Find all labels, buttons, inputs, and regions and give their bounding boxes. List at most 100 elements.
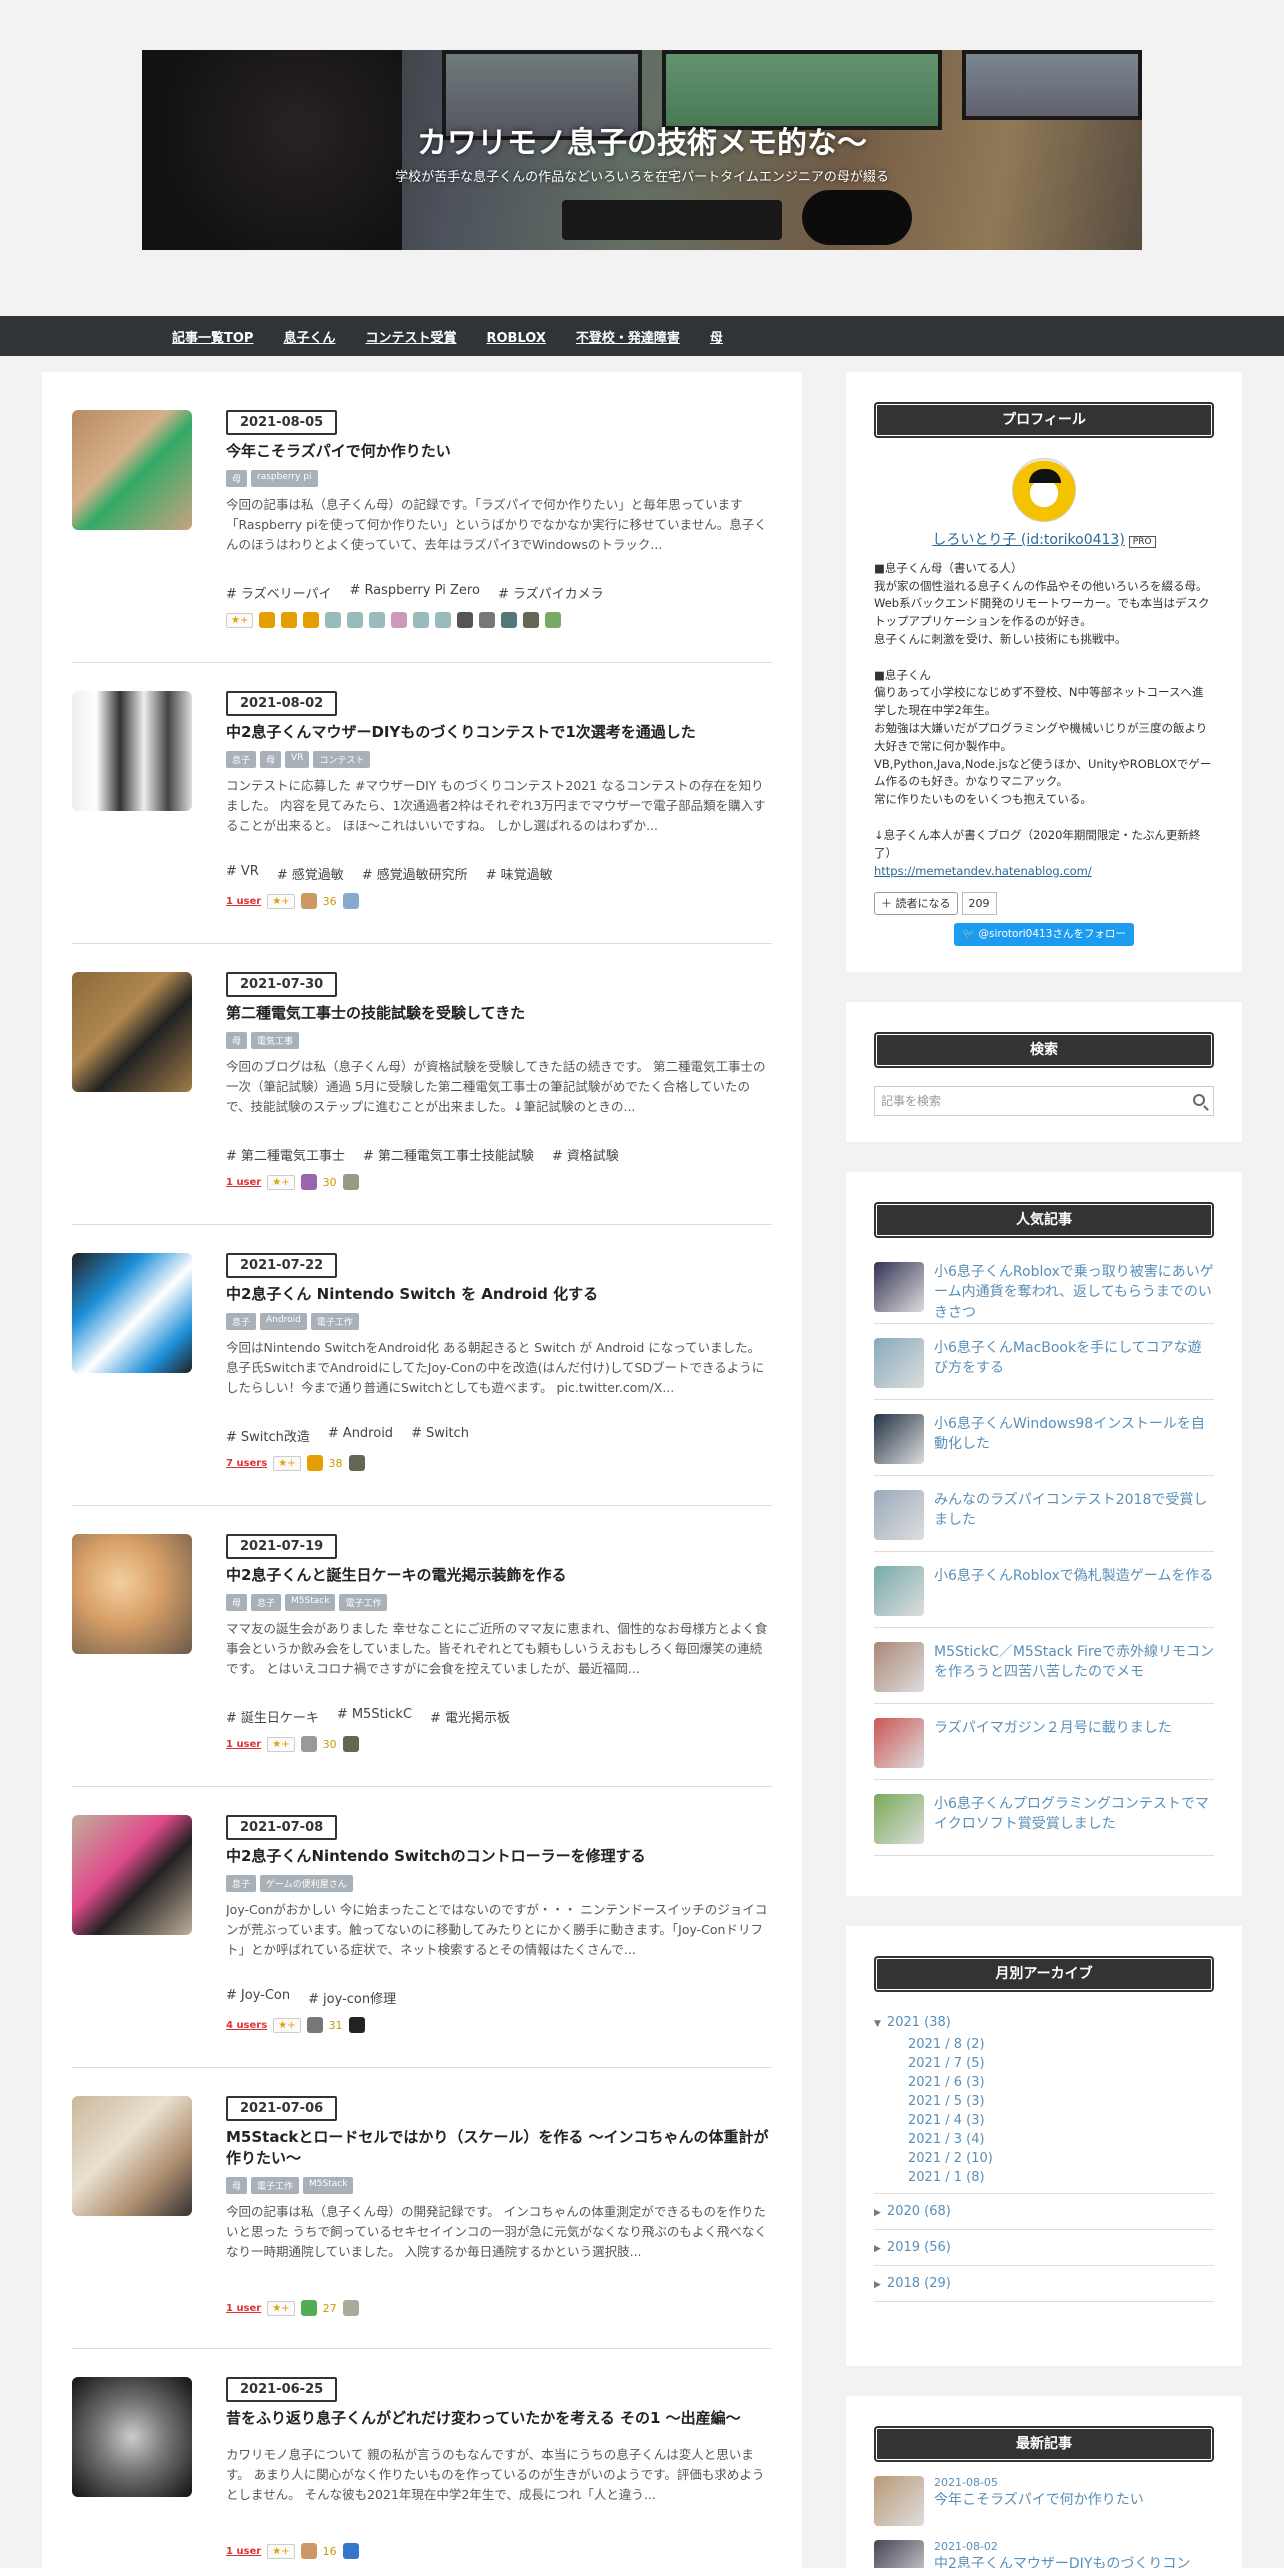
popular-title[interactable]: 小6息子くんRobloxで乗っ取り被害にあいゲーム内通貨を奪われ、返してもらうま… [934, 1262, 1214, 1323]
archive-month[interactable]: 2021 / 5 (3) [874, 2092, 1214, 2111]
bookmark-users[interactable]: 1 user [226, 2546, 261, 2557]
archive-month[interactable]: 2021 / 4 (3) [874, 2111, 1214, 2130]
subscribe-button[interactable]: ＋ 読者になる [874, 892, 958, 916]
category-label[interactable]: 息子 [226, 751, 257, 768]
recent-item[interactable]: 2021-08-02 中2息子くんマウザーDIYものづくりコン [874, 2526, 1214, 2568]
bookmark-users[interactable]: 7 users [226, 1458, 267, 1469]
popular-item[interactable]: 小6息子くんRobloxで乗っ取り被害にあいゲーム内通貨を奪われ、返してもらうま… [874, 1248, 1214, 1324]
popular-title[interactable]: 小6息子くんMacBookを手にしてコアな遊び方をする [934, 1338, 1214, 1379]
category-label[interactable]: 息子 [226, 1313, 257, 1330]
add-star-button[interactable]: ★+ [273, 2017, 301, 2033]
entry-title[interactable]: 中2息子くんと誕生日ケーキの電光掲示装飾を作る [226, 1565, 772, 1586]
hashtag[interactable]: Raspberry Pi Zero [350, 583, 480, 602]
bookmark-users[interactable]: 1 user [226, 896, 261, 907]
category-label[interactable]: 電子工作 [339, 1594, 388, 1611]
hashtag[interactable]: 感覚過敏研究所 [362, 864, 468, 883]
search-icon[interactable] [1193, 1094, 1205, 1106]
popular-thumbnail[interactable] [874, 1490, 924, 1540]
nav-item[interactable]: 母 [710, 331, 723, 346]
hashtag[interactable]: M5StickC [337, 1707, 412, 1726]
hashtag[interactable]: 誕生日ケーキ [226, 1707, 319, 1726]
recent-item[interactable]: 2021-08-05 今年こそラズパイで何か作りたい [874, 2462, 1214, 2526]
popular-item[interactable]: 小6息子くんMacBookを手にしてコアな遊び方をする [874, 1324, 1214, 1400]
popular-title[interactable]: 小6息子くんRobloxで偽札製造ゲームを作る [934, 1566, 1213, 1586]
popular-title[interactable]: ラズパイマガジン２月号に載りました [934, 1718, 1172, 1738]
add-star-button[interactable]: ★+ [267, 1174, 295, 1190]
hashtag[interactable]: 感覚過敏 [277, 864, 344, 883]
nav-item[interactable]: 不登校・発達障害 [576, 331, 680, 346]
entry-thumbnail[interactable] [72, 2096, 192, 2216]
popular-item[interactable]: 小6息子くんWindows98インストールを自動化した [874, 1400, 1214, 1476]
entry-thumbnail[interactable] [72, 410, 192, 530]
hashtag[interactable]: 第二種電気工事士 [226, 1145, 345, 1164]
archive-year[interactable]: 2021 (38) [874, 2010, 1214, 2035]
hashtag[interactable]: 電光掲示板 [430, 1707, 510, 1726]
profile-blog-link[interactable]: https://memetandev.hatenablog.com/ [874, 864, 1092, 878]
hashtag[interactable]: joy-con修理 [308, 1988, 396, 2007]
popular-title[interactable]: M5StickC／M5Stack Fireで赤外線リモコンを作ろうと四苦八苦した… [934, 1642, 1214, 1683]
recent-title[interactable]: 今年こそラズパイで何か作りたい [934, 2489, 1144, 2509]
archive-month[interactable]: 2021 / 2 (10) [874, 2149, 1214, 2168]
hashtag[interactable]: ラズベリーパイ [226, 583, 332, 602]
bookmark-users[interactable]: 1 user [226, 1739, 261, 1750]
entry-title[interactable]: 第二種電気工事士の技能試験を受験してきた [226, 1003, 772, 1024]
archive-year[interactable]: 2018 (29) [874, 2266, 1214, 2302]
popular-title[interactable]: みんなのラズパイコンテスト2018で受賞しました [934, 1490, 1214, 1531]
popular-title[interactable]: 小6息子くんプログラミングコンテストでマイクロソフト賞受賞しました [934, 1794, 1214, 1835]
popular-item[interactable]: 小6息子くんRobloxで偽札製造ゲームを作る [874, 1552, 1214, 1628]
entry-title[interactable]: 昔をふり返り息子くんがどれだけ変わっていたかを考える その1 ～出産編～ [226, 2408, 772, 2429]
nav-item[interactable]: コンテスト受賞 [365, 331, 456, 346]
archive-month[interactable]: 2021 / 8 (2) [874, 2035, 1214, 2054]
recent-thumbnail[interactable] [874, 2540, 924, 2568]
add-star-button[interactable]: ★+ [267, 2300, 295, 2316]
avatar[interactable] [1012, 458, 1076, 522]
category-label[interactable]: 母 [226, 470, 248, 487]
popular-item[interactable]: 小6息子くんプログラミングコンテストでマイクロソフト賞受賞しました [874, 1780, 1214, 1856]
entry-thumbnail[interactable] [72, 1815, 192, 1935]
hashtag[interactable]: 第二種電気工事士技能試験 [363, 1145, 534, 1164]
category-label[interactable]: 電子工作 [251, 2177, 300, 2194]
entry-title[interactable]: M5Stackとロードセルではかり（スケール）を作る ～インコちゃんの体重計が作… [226, 2127, 772, 2169]
add-star-button[interactable]: ★+ [226, 612, 254, 628]
nav-item[interactable]: ROBLOX [486, 331, 545, 346]
popular-thumbnail[interactable] [874, 1338, 924, 1388]
category-label[interactable]: 電子工作 [310, 1313, 359, 1330]
entry-title[interactable]: 今年こそラズパイで何か作りたい [226, 441, 772, 462]
popular-thumbnail[interactable] [874, 1566, 924, 1616]
nav-item[interactable]: 記事一覧TOP [172, 331, 253, 346]
popular-title[interactable]: 小6息子くんWindows98インストールを自動化した [934, 1414, 1214, 1455]
site-title[interactable]: カワリモノ息子の技術メモ的な〜 [142, 118, 1142, 162]
add-star-button[interactable]: ★+ [267, 2543, 295, 2559]
entry-thumbnail[interactable] [72, 2377, 192, 2497]
popular-item[interactable]: みんなのラズパイコンテスト2018で受賞しました [874, 1476, 1214, 1552]
entry-title[interactable]: 中2息子くん Nintendo Switch を Android 化する [226, 1284, 772, 1305]
popular-thumbnail[interactable] [874, 1718, 924, 1768]
site-header[interactable]: カワリモノ息子の技術メモ的な〜 学校が苦手な息子くんの作品などいろいろを在宅パー… [142, 50, 1142, 250]
entry-thumbnail[interactable] [72, 691, 192, 811]
archive-month[interactable]: 2021 / 3 (4) [874, 2130, 1214, 2149]
popular-thumbnail[interactable] [874, 1794, 924, 1844]
category-label[interactable]: Android [260, 1313, 307, 1330]
add-star-button[interactable]: ★+ [273, 1455, 301, 1471]
search-input[interactable]: 記事を検索 [874, 1086, 1214, 1116]
hashtag[interactable]: VR [226, 864, 259, 883]
category-label[interactable]: 母 [226, 1032, 248, 1049]
profile-name-link[interactable]: しろいとり子 (id:toriko0413) [932, 532, 1124, 548]
twitter-follow-button[interactable]: 🐦 @sirotori0413さんをフォロー [954, 923, 1134, 946]
nav-item[interactable]: 息子くん [283, 331, 335, 346]
popular-thumbnail[interactable] [874, 1414, 924, 1464]
archive-month[interactable]: 2021 / 7 (5) [874, 2054, 1214, 2073]
category-label[interactable]: 息子 [251, 1594, 282, 1611]
bookmark-users[interactable]: 1 user [226, 2303, 261, 2314]
archive-year[interactable]: 2020 (68) [874, 2194, 1214, 2230]
hashtag[interactable]: 味覚過敏 [486, 864, 553, 883]
category-label[interactable]: 母 [226, 1594, 248, 1611]
category-label[interactable]: コンテスト [313, 751, 371, 768]
popular-thumbnail[interactable] [874, 1642, 924, 1692]
entry-thumbnail[interactable] [72, 1534, 192, 1654]
recent-thumbnail[interactable] [874, 2476, 924, 2526]
hashtag[interactable]: ラズパイカメラ [498, 583, 604, 602]
hashtag[interactable]: Android [328, 1426, 393, 1445]
bookmark-users[interactable]: 1 user [226, 1177, 261, 1188]
category-label[interactable]: 電気工事 [251, 1032, 300, 1049]
